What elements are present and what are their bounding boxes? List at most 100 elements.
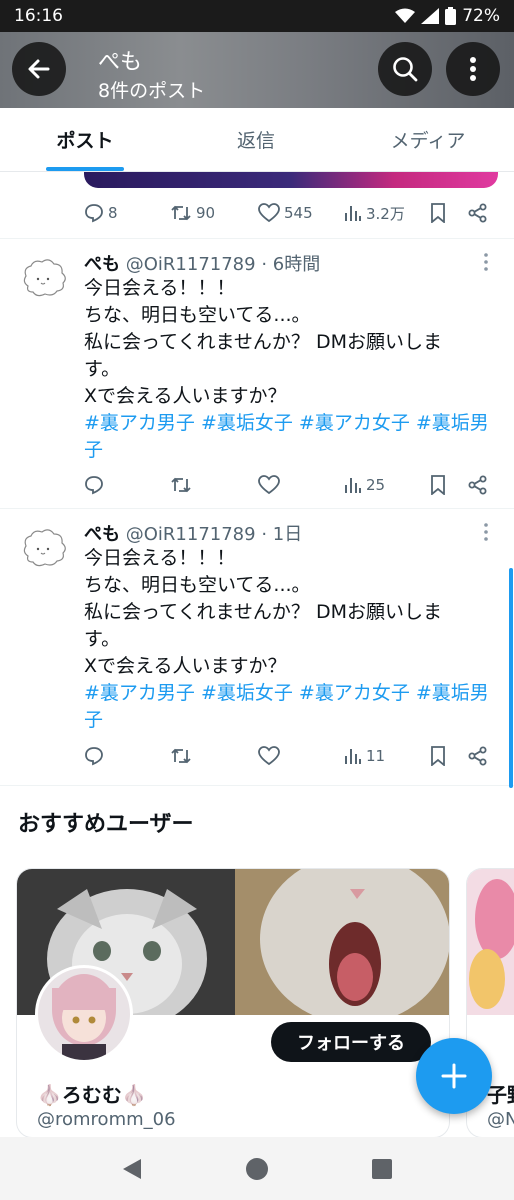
views-button[interactable]: 3.2万	[344, 203, 430, 224]
bookmark-button[interactable]	[430, 203, 468, 223]
view-count: 3.2万	[366, 204, 405, 223]
follow-button[interactable]: フォローする	[271, 1022, 431, 1062]
post-text-line: 今日会える！！！	[84, 547, 236, 569]
user-card[interactable]: フォローする 🧄ろむむ🧄 @romromm_06	[16, 868, 450, 1138]
like-button[interactable]: 545	[258, 203, 344, 223]
views-icon	[345, 749, 361, 764]
user-handle[interactable]: @romromm_06	[37, 1109, 176, 1130]
post-text-line: Xで会える人いますか？	[84, 655, 287, 677]
post-time[interactable]: · 1日	[261, 524, 302, 545]
share-button[interactable]	[468, 746, 488, 766]
post-menu-button[interactable]	[478, 252, 494, 276]
tab-posts[interactable]: ポスト	[0, 108, 170, 171]
view-count: 11	[366, 747, 386, 765]
bookmark-button[interactable]	[430, 475, 468, 495]
views-button[interactable]: 25	[344, 476, 430, 494]
post-actions: 11	[84, 741, 494, 771]
status-time: 16:16	[14, 6, 63, 26]
post-time[interactable]: · 6時間	[261, 254, 320, 275]
post-text-line: 私に会ってくれませんか？ DMお願いしま	[84, 331, 442, 353]
user-name[interactable]: 🧄ろむむ🧄	[37, 1079, 147, 1108]
divider	[0, 785, 514, 786]
cat-yawning-photo	[235, 869, 449, 1015]
anime-avatar-image	[38, 968, 130, 1060]
fluffy-avatar-icon	[23, 259, 66, 297]
anime-banner-image	[467, 869, 514, 1015]
like-button[interactable]	[258, 746, 344, 766]
profile-name: ぺも	[98, 50, 143, 75]
post-text: 今日会える！！！ ちな、明日も空いてる...。 私に会ってくれませんか？ DMお…	[84, 275, 489, 464]
search-icon	[393, 57, 418, 82]
plus-icon	[441, 1063, 467, 1089]
divider	[0, 238, 514, 239]
reply-icon	[85, 204, 103, 223]
search-button[interactable]	[378, 42, 432, 96]
compose-button[interactable]	[416, 1038, 492, 1114]
heart-icon	[258, 746, 280, 766]
avatar[interactable]	[18, 522, 70, 574]
wifi-icon	[395, 8, 416, 23]
repost-button[interactable]	[170, 475, 258, 495]
more-vertical-icon	[484, 523, 488, 541]
avatar[interactable]	[18, 252, 70, 304]
divider	[0, 508, 514, 509]
reply-button[interactable]	[84, 746, 170, 766]
repost-icon	[171, 477, 191, 493]
author-name[interactable]: ぺも	[84, 254, 120, 275]
tab-replies[interactable]: 返信	[170, 108, 342, 171]
views-button[interactable]: 11	[344, 747, 430, 765]
view-count: 25	[366, 476, 386, 494]
hashtag-line[interactable]: #裏アカ男子 #裏垢女子 #裏アカ女子 #裏垢男	[84, 410, 489, 437]
post-text-line: 今日会える！！！	[84, 277, 236, 299]
bookmark-button[interactable]	[430, 746, 468, 766]
repost-icon	[171, 748, 191, 764]
reply-icon	[85, 747, 103, 766]
battery-level: 72%	[462, 6, 500, 26]
share-button[interactable]	[468, 203, 488, 223]
post-count: 8件のポスト	[98, 80, 206, 102]
post-text-line: Xで会える人いますか？	[84, 385, 287, 407]
arrow-left-icon	[28, 59, 50, 79]
share-button[interactable]	[468, 475, 488, 495]
post-text-line: す。	[84, 628, 121, 650]
author-name[interactable]: ぺも	[84, 524, 120, 545]
bookmark-icon	[431, 203, 445, 223]
hashtag-line[interactable]: 子	[84, 437, 484, 464]
reply-count: 8	[108, 204, 118, 222]
post-text-line: ちな、明日も空いてる...。	[84, 574, 311, 596]
repost-button[interactable]: 90	[170, 203, 258, 223]
views-icon	[345, 206, 361, 221]
bookmark-icon	[431, 746, 445, 766]
signal-icon	[421, 8, 440, 24]
hashtag-line[interactable]: 子	[84, 707, 484, 734]
like-button[interactable]	[258, 475, 344, 495]
avatar[interactable]	[35, 965, 133, 1063]
heart-icon	[258, 475, 280, 495]
nav-home-icon[interactable]	[245, 1157, 269, 1181]
back-button[interactable]	[12, 42, 66, 96]
fluffy-avatar-icon	[23, 529, 66, 567]
scrollbar[interactable]	[509, 568, 513, 788]
hashtag-line[interactable]: #裏アカ男子 #裏垢女子 #裏アカ女子 #裏垢男	[84, 680, 489, 707]
more-button[interactable]	[446, 42, 500, 96]
post-menu-button[interactable]	[478, 522, 494, 546]
prev-post-actions: 8 90 545 3.2万	[84, 198, 494, 228]
user-handle[interactable]: @N	[487, 1109, 514, 1130]
reply-button[interactable]	[84, 475, 170, 495]
tab-media[interactable]: メディア	[342, 108, 514, 171]
more-vertical-icon	[484, 253, 488, 271]
post-media-image[interactable]	[84, 172, 498, 188]
author-handle[interactable]: @OiR1171789	[126, 254, 256, 275]
post-text: 今日会える！！！ ちな、明日も空いてる...。 私に会ってくれませんか？ DMお…	[84, 545, 489, 734]
author-handle[interactable]: @OiR1171789	[126, 524, 256, 545]
section-title: おすすめユーザー	[18, 812, 194, 837]
bookmark-icon	[431, 475, 445, 495]
nav-back-icon[interactable]	[121, 1157, 143, 1181]
post-text-line: ちな、明日も空いてる...。	[84, 304, 311, 326]
more-vertical-icon	[470, 57, 476, 81]
system-nav-bar	[0, 1137, 514, 1200]
repost-button[interactable]	[170, 746, 258, 766]
share-icon	[468, 203, 487, 223]
nav-recents-icon[interactable]	[371, 1158, 393, 1180]
reply-button[interactable]: 8	[84, 203, 170, 223]
